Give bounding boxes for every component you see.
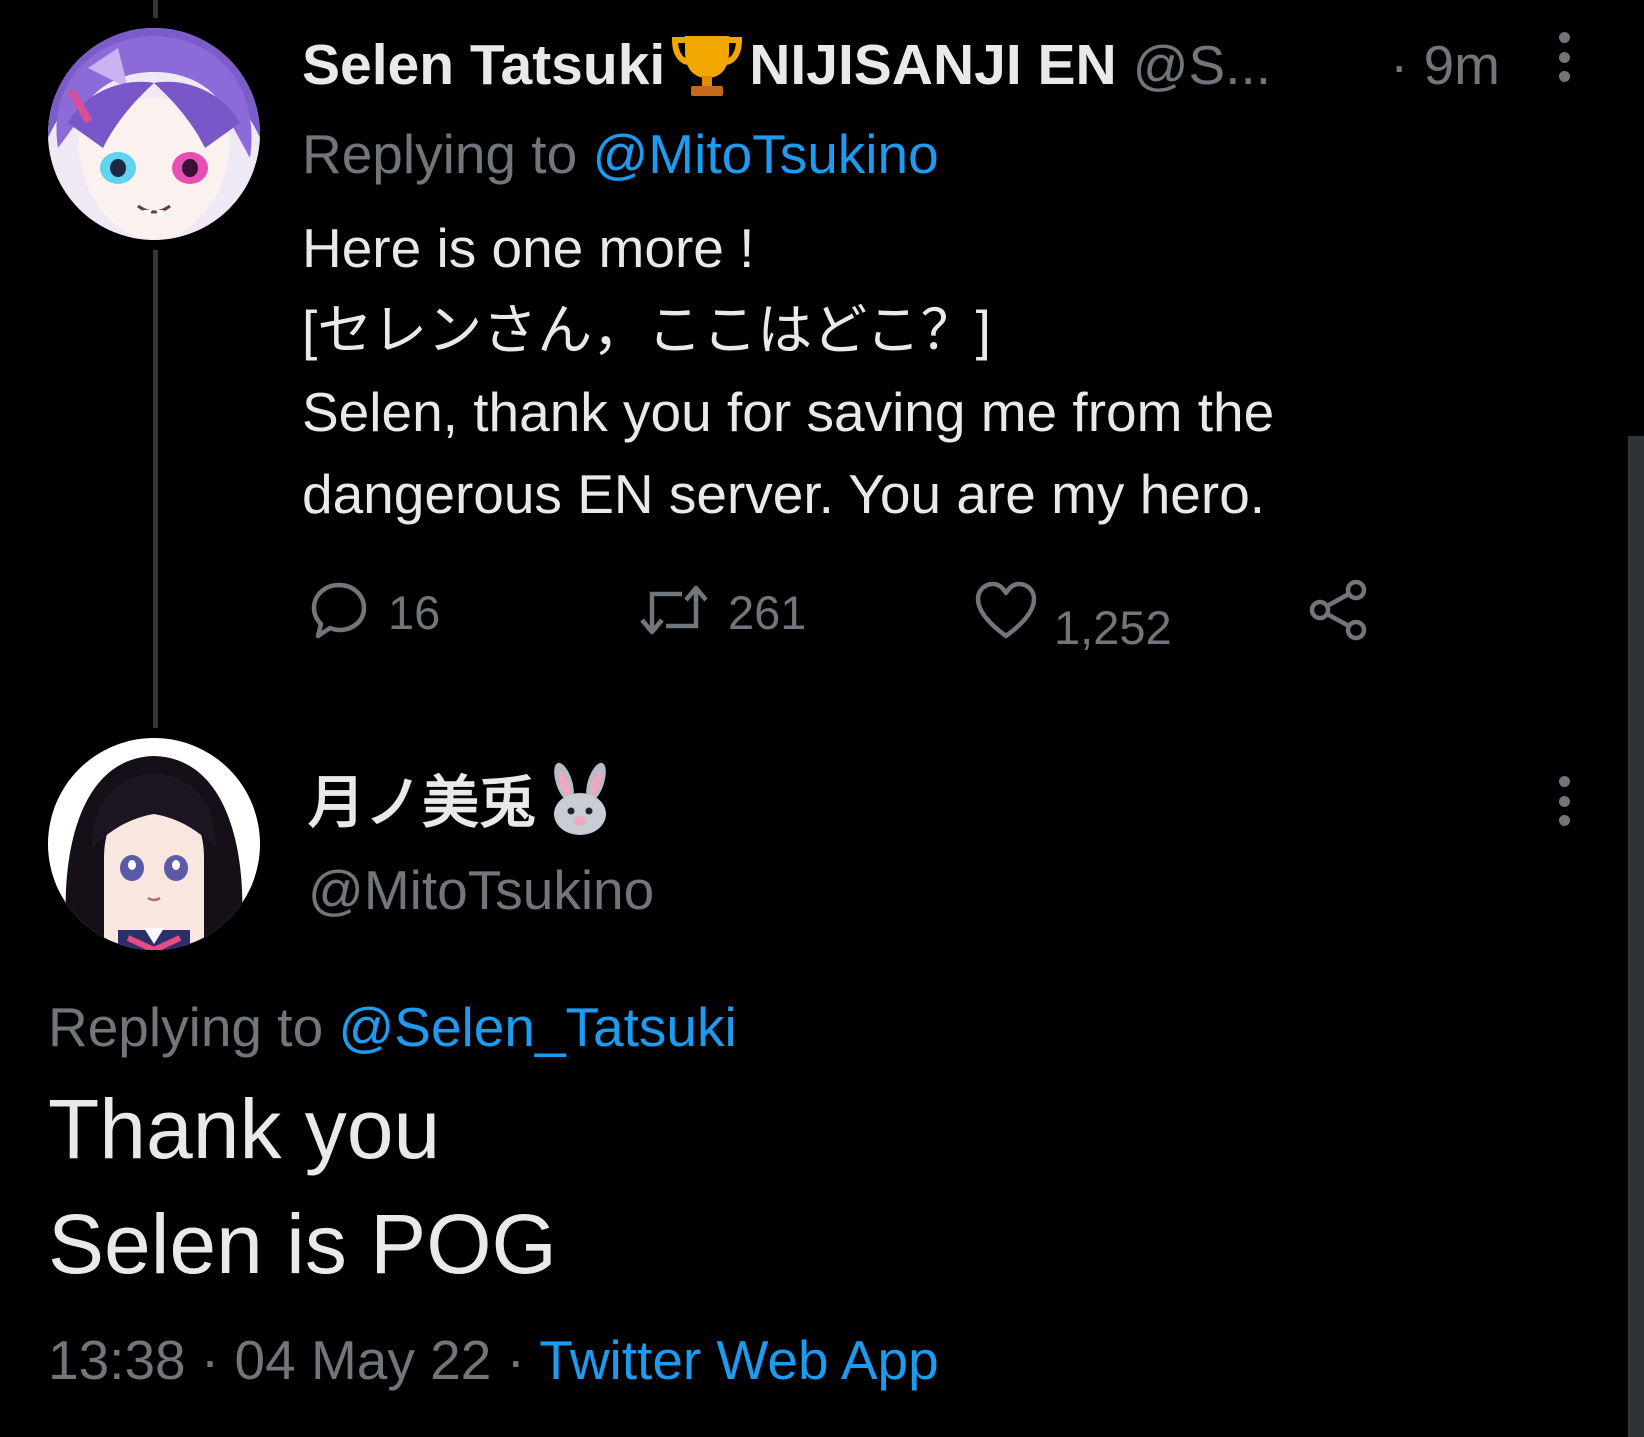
tweet1-handle[interactable]: @S...: [1133, 33, 1271, 97]
tweet2-time[interactable]: 13:38: [48, 1329, 186, 1391]
tweet2-handle[interactable]: @MitoTsukino: [308, 855, 654, 925]
tweet2-text: Thank you Selen is POG: [48, 1072, 557, 1302]
tweet2-meta: 13:38 · 04 May 22 · Twitter Web App: [48, 1325, 939, 1395]
trophy-icon: [671, 30, 743, 100]
reply-button[interactable]: 16: [308, 580, 440, 644]
retweet-count: 261: [728, 585, 807, 639]
tweet2-replying-to: Replying to @Selen_Tatsuki: [48, 995, 737, 1059]
tweet2-source[interactable]: Twitter Web App: [539, 1329, 938, 1391]
thread-line: [153, 250, 158, 728]
tweet1-name-suffix[interactable]: NIJISANJI EN: [749, 32, 1116, 98]
replying-prefix: Replying to: [48, 996, 324, 1058]
tweet1-text-line: Here is one more !: [302, 217, 755, 279]
share-button[interactable]: [1306, 578, 1370, 642]
tweet2-date[interactable]: 04 May 22: [235, 1329, 492, 1391]
tweet2-name-row: 月ノ美兎: [308, 758, 616, 838]
tweet1-text-line: [セレンさん，ここはどこ？]: [302, 299, 991, 361]
tweet1-header: Selen Tatsuki NIJISANJI EN @S...: [302, 30, 1271, 100]
share-icon: [1306, 579, 1370, 646]
tweet1-text: Here is one more ! [セレンさん，ここはどこ？] Selen,…: [302, 207, 1274, 535]
replying-to-mention[interactable]: @MitoTsukino: [592, 123, 938, 185]
more-options-icon[interactable]: [1556, 32, 1572, 82]
reply-count: 16: [388, 585, 441, 639]
tweet2-text-line: Selen is POG: [48, 1197, 557, 1291]
replying-prefix: Replying to: [302, 123, 578, 185]
tweet2-text-line: Thank you: [48, 1082, 441, 1176]
tweet1-replying-to: Replying to @MitoTsukino: [302, 122, 939, 186]
tweet1-text-line: dangerous EN server. You are my hero.: [302, 463, 1266, 525]
tweet1-text-line: Selen, thank you for saving me from the: [302, 381, 1275, 443]
like-button[interactable]: [974, 580, 1040, 644]
tweet1-time[interactable]: · 9m: [1390, 30, 1500, 100]
rabbit-icon: [544, 760, 616, 836]
reply-icon: [308, 579, 370, 646]
avatar-selen[interactable]: [48, 28, 260, 240]
replying-to-mention[interactable]: @Selen_Tatsuki: [338, 996, 736, 1058]
tweet1-display-name[interactable]: Selen Tatsuki: [302, 32, 665, 98]
retweet-button[interactable]: 261: [638, 580, 806, 644]
like-count: 1,252: [1054, 601, 1172, 654]
scrollbar[interactable]: [1628, 436, 1644, 1437]
more-options-icon[interactable]: [1556, 776, 1572, 826]
retweet-icon: [638, 584, 710, 641]
tweet2-display-name[interactable]: 月ノ美兎: [308, 757, 536, 839]
thread-line-top: [153, 0, 158, 18]
heart-icon: [974, 581, 1038, 644]
meta-separator: ·: [200, 1329, 220, 1391]
avatar-mito[interactable]: [48, 738, 260, 950]
meta-separator: ·: [506, 1329, 525, 1391]
